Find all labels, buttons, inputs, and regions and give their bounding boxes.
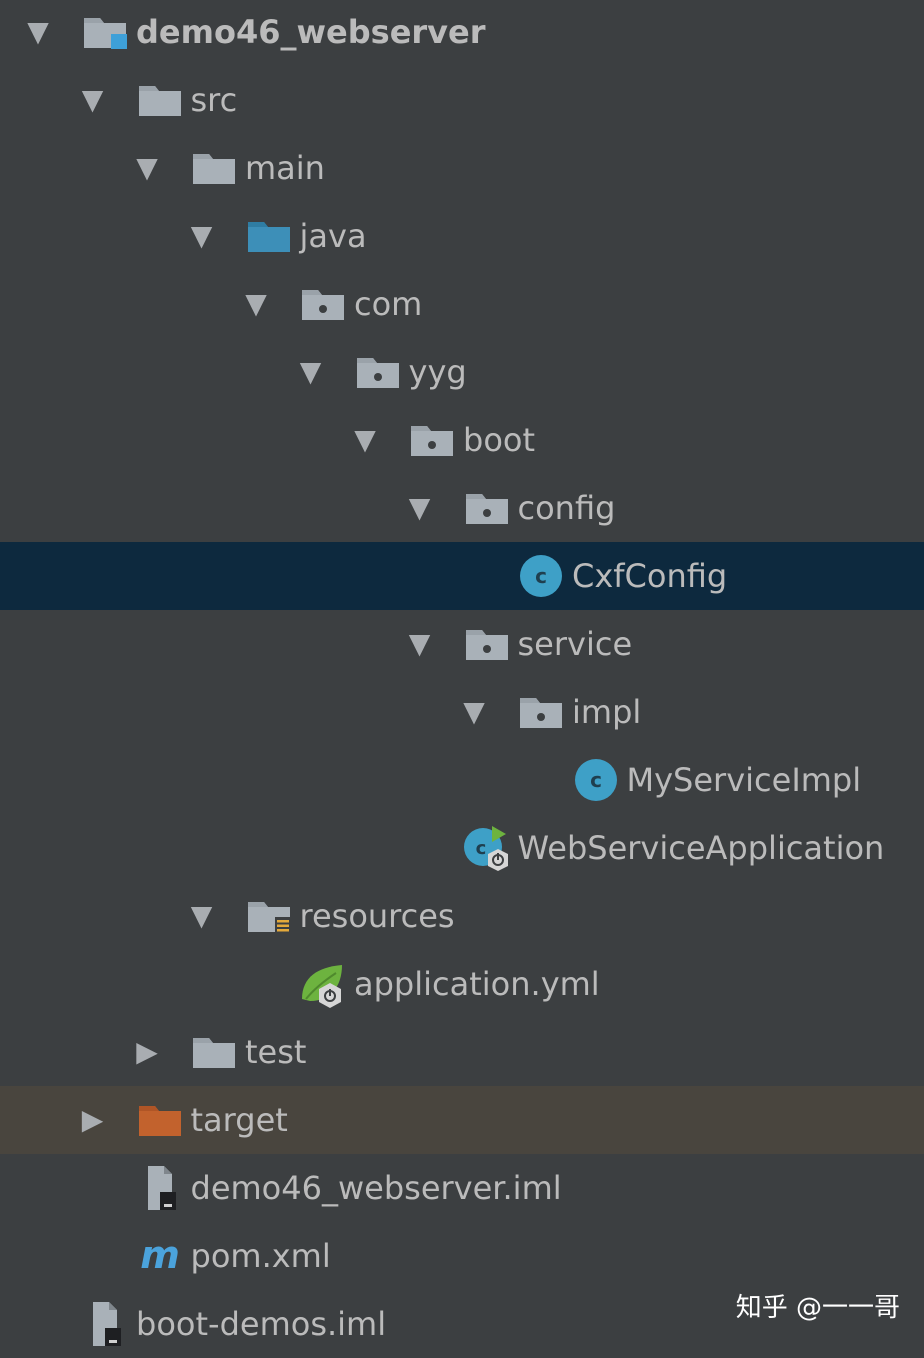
expand-arrow-icon[interactable]: ▼ <box>73 66 113 134</box>
svg-text:c: c <box>535 564 547 588</box>
tree-node-demo46[interactable]: ▼ demo46_webserver <box>0 0 924 66</box>
tree-node-label: java <box>299 217 367 255</box>
tree-node-label: main <box>245 149 325 187</box>
tree-node-boot[interactable]: ▼ boot <box>0 406 924 474</box>
expand-arrow-icon[interactable]: ▼ <box>400 610 440 678</box>
tree-node-label: config <box>517 489 616 527</box>
expand-arrow-icon[interactable]: ▼ <box>345 406 385 474</box>
iml-file-icon <box>80 1290 130 1358</box>
tree-node-label: src <box>190 81 238 119</box>
tree-node-label: MyServiceImpl <box>626 761 862 799</box>
expand-arrow-icon[interactable]: ▼ <box>182 202 222 270</box>
class-icon: c <box>516 542 566 610</box>
tree-node-service[interactable]: ▼ service <box>0 610 924 678</box>
spring-yml-icon <box>298 950 348 1018</box>
folder-icon <box>189 1018 239 1086</box>
package-icon <box>298 270 348 338</box>
tree-node-com[interactable]: ▼ com <box>0 270 924 338</box>
tree-node-pomxml[interactable]: m pom.xml <box>0 1222 924 1290</box>
tree-node-webserviceapplication[interactable]: c WebServiceApplication <box>0 814 924 882</box>
tree-node-label: resources <box>299 897 455 935</box>
tree-node-target[interactable]: ▶ target <box>0 1086 924 1154</box>
collapse-arrow-icon[interactable]: ▶ <box>127 1018 167 1086</box>
svg-text:m: m <box>140 1236 180 1276</box>
tree-node-label: demo46_webserver.iml <box>190 1169 562 1207</box>
tree-node-java[interactable]: ▼ java <box>0 202 924 270</box>
package-icon <box>462 610 512 678</box>
svg-text:c: c <box>475 838 486 859</box>
tree-node-myserviceimpl[interactable]: c MyServiceImpl <box>0 746 924 814</box>
expand-arrow-icon[interactable]: ▼ <box>400 474 440 542</box>
tree-node-label: CxfConfig <box>572 557 728 595</box>
source-folder-icon <box>244 202 294 270</box>
module-folder-icon <box>80 0 130 66</box>
expand-arrow-icon[interactable]: ▼ <box>182 882 222 950</box>
tree-node-src[interactable]: ▼ src <box>0 66 924 134</box>
tree-node-label: target <box>190 1101 288 1139</box>
package-icon <box>516 678 566 746</box>
class-icon: c <box>571 746 621 814</box>
expand-arrow-icon[interactable]: ▼ <box>454 678 494 746</box>
tree-node-label: demo46_webserver <box>136 13 486 51</box>
tree-node-label: impl <box>572 693 642 731</box>
tree-node-cxfconfig[interactable]: c CxfConfig <box>0 542 924 610</box>
package-icon <box>353 338 403 406</box>
folder-icon <box>189 134 239 202</box>
tree-node-demo46iml[interactable]: demo46_webserver.iml <box>0 1154 924 1222</box>
tree-node-label: application.yml <box>354 965 600 1003</box>
package-icon <box>462 474 512 542</box>
project-tree: ▼ demo46_webserver ▼ src ▼ main ▼ java ▼ com… <box>0 0 924 1346</box>
tree-node-label: com <box>354 285 423 323</box>
collapse-arrow-icon[interactable]: ▶ <box>73 1086 113 1154</box>
folder-icon <box>135 66 185 134</box>
excluded-folder-icon <box>135 1086 185 1154</box>
tree-node-config[interactable]: ▼ config <box>0 474 924 542</box>
tree-node-label: boot <box>463 421 536 459</box>
tree-node-yyg[interactable]: ▼ yyg <box>0 338 924 406</box>
tree-node-impl[interactable]: ▼ impl <box>0 678 924 746</box>
tree-node-applicationyml[interactable]: application.yml <box>0 950 924 1018</box>
tree-node-label: yyg <box>408 353 467 391</box>
expand-arrow-icon[interactable]: ▼ <box>291 338 331 406</box>
tree-node-label: service <box>517 625 633 663</box>
tree-node-main[interactable]: ▼ main <box>0 134 924 202</box>
tree-node-label: boot-demos.iml <box>136 1305 387 1343</box>
tree-node-test[interactable]: ▶ test <box>0 1018 924 1086</box>
svg-text:c: c <box>590 768 602 792</box>
expand-arrow-icon[interactable]: ▼ <box>127 134 167 202</box>
expand-arrow-icon[interactable]: ▼ <box>18 0 58 66</box>
package-icon <box>407 406 457 474</box>
tree-node-label: WebServiceApplication <box>517 829 885 867</box>
watermark: 知乎 @一一哥 <box>735 1293 900 1323</box>
maven-icon: m <box>135 1222 185 1290</box>
tree-node-resources[interactable]: ▼ resources <box>0 882 924 950</box>
iml-file-icon <box>135 1154 185 1222</box>
tree-node-label: test <box>245 1033 307 1071</box>
tree-node-label: pom.xml <box>190 1237 331 1275</box>
spring-boot-class-icon: c <box>462 814 512 882</box>
resources-folder-icon <box>244 882 294 950</box>
expand-arrow-icon[interactable]: ▼ <box>236 270 276 338</box>
